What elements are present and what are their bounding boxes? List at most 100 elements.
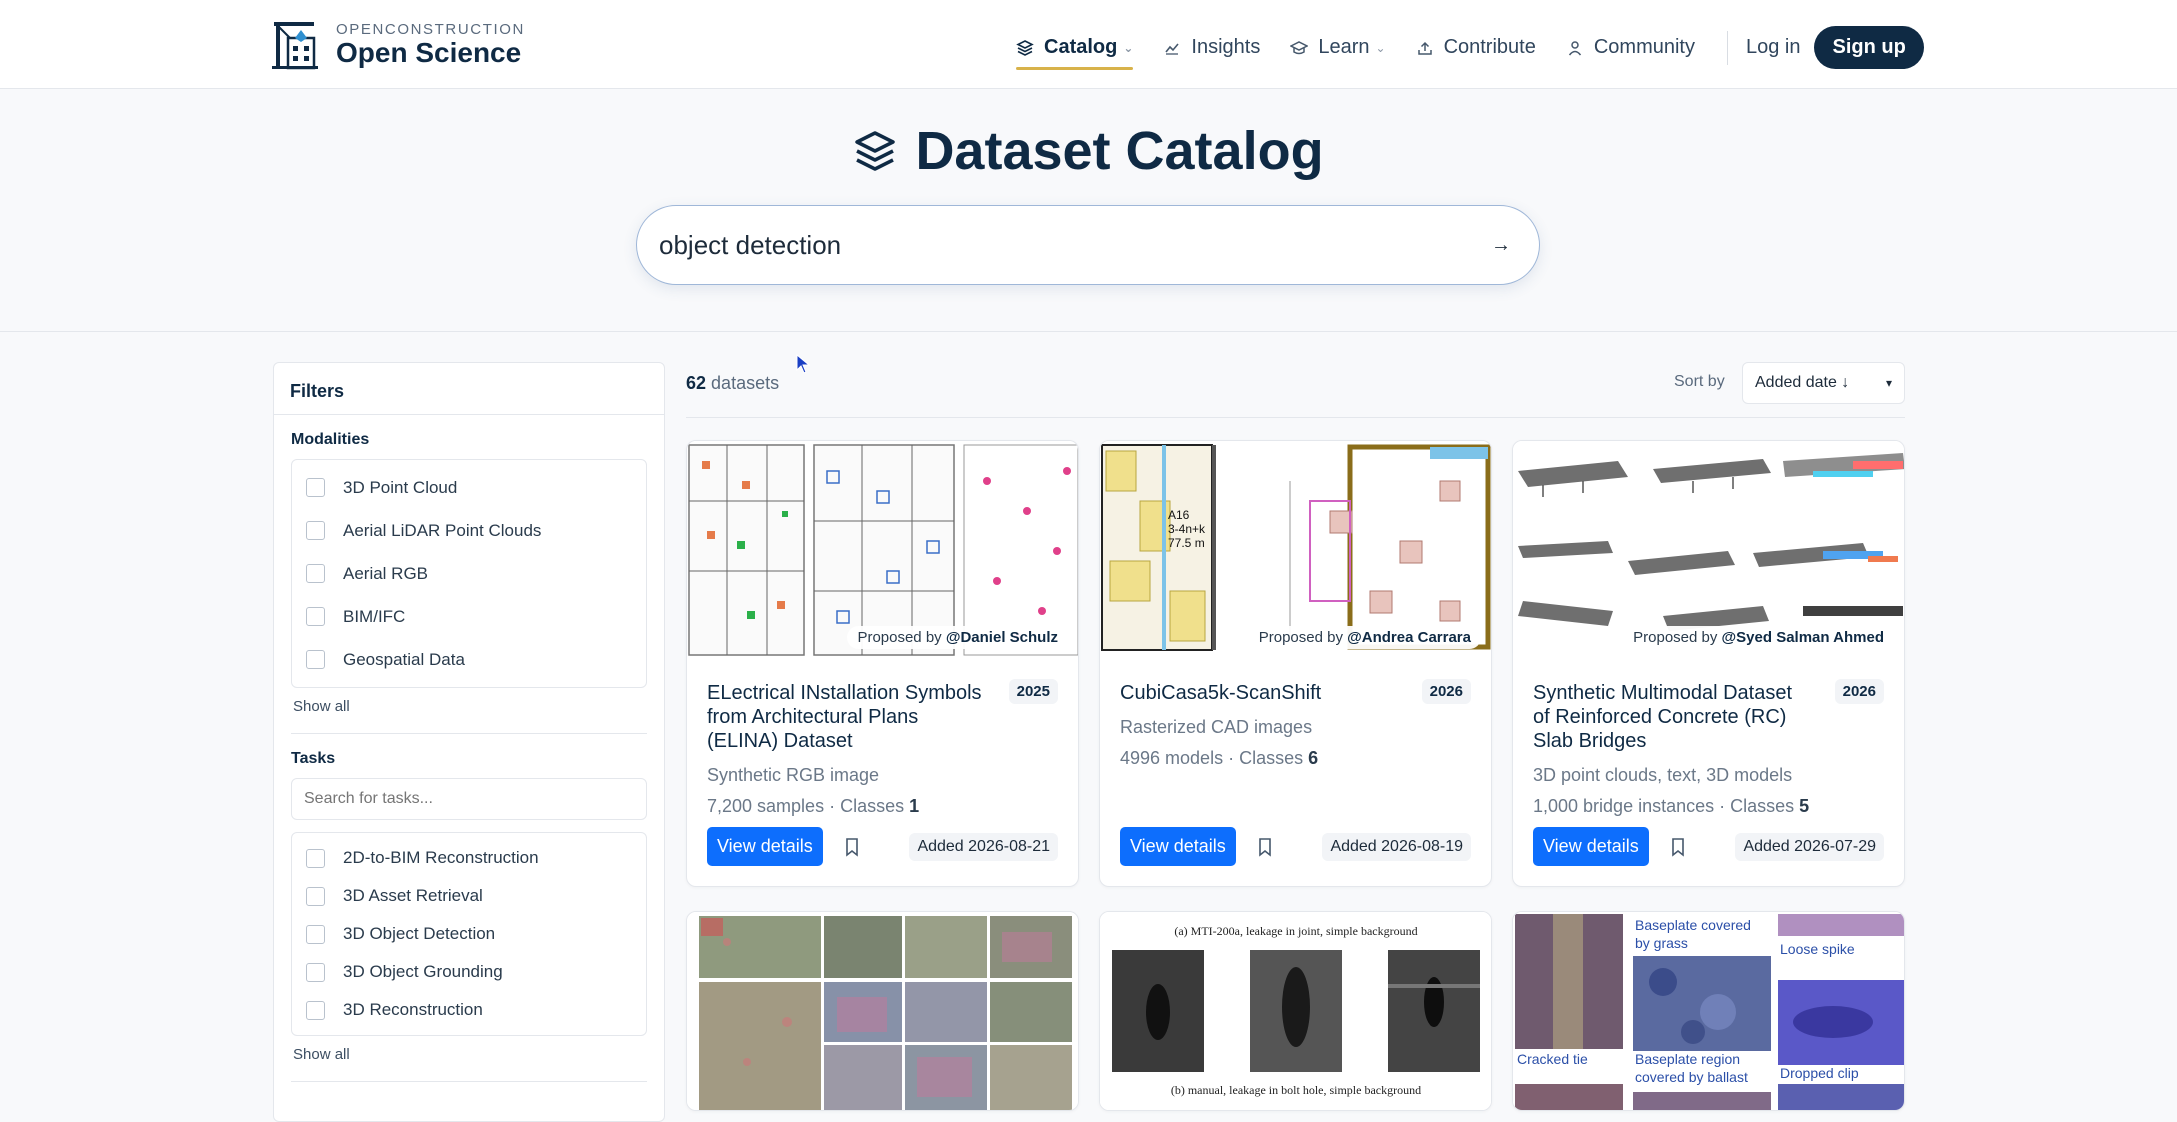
- option-label: Geospatial Data: [343, 649, 465, 669]
- result-count-label: datasets: [711, 373, 780, 393]
- proposer-link[interactable]: @Andrea Carrara: [1347, 629, 1471, 646]
- option-label: 3D Asset Retrieval: [343, 886, 483, 905]
- defect-label: Dropped clip: [1780, 1065, 1859, 1081]
- task-option[interactable]: 3D Object Detection: [306, 915, 632, 953]
- bookmark-icon[interactable]: [843, 837, 861, 857]
- dataset-card: (a) MTI-200a, leakage in joint, simple b…: [1099, 911, 1492, 1111]
- proposed-by-badge: Proposed by @Daniel Schulz: [847, 626, 1068, 649]
- view-details-button[interactable]: View details: [1533, 827, 1649, 866]
- filters-title: Filters: [274, 363, 664, 415]
- modalities-title: Modalities: [291, 431, 370, 448]
- added-date-badge: Added 2026-08-19: [1322, 832, 1471, 861]
- nav-insights-label: Insights: [1191, 36, 1261, 58]
- signup-button[interactable]: Sign up: [1814, 26, 1924, 69]
- floor-plan-image: [688, 444, 1078, 656]
- task-search-input[interactable]: [291, 778, 647, 820]
- modality-option[interactable]: Aerial RGB: [306, 552, 632, 595]
- modality-option[interactable]: 3D Point Cloud: [306, 466, 632, 509]
- task-option[interactable]: 2D-to-BIM Reconstruction: [306, 839, 632, 877]
- task-option[interactable]: 3D Asset Retrieval: [306, 877, 632, 915]
- sort-select[interactable]: Added date ↓ ▾: [1742, 362, 1905, 404]
- dataset-title[interactable]: Synthetic Multimodal Dataset of Reinforc…: [1533, 681, 1808, 753]
- thumbnail-label: A16: [1168, 508, 1190, 522]
- checkbox[interactable]: [306, 564, 325, 583]
- thumbnail-label: 3-4n+k: [1168, 522, 1206, 536]
- option-label: BIM/IFC: [343, 606, 406, 626]
- nav-community-label: Community: [1593, 36, 1695, 58]
- dataset-card: Proposed by @Syed Salman Ahmed Synthetic…: [1512, 440, 1905, 887]
- sort-label: Sort by: [1674, 373, 1725, 390]
- dataset-thumbnail[interactable]: Proposed by @Syed Salman Ahmed: [1513, 441, 1904, 657]
- defect-label: covered by ballast: [1635, 1069, 1748, 1085]
- brand-subtitle: OPENCONSTRUCTION: [336, 20, 525, 38]
- proposer-link[interactable]: @Syed Salman Ahmed: [1722, 629, 1884, 646]
- checkbox[interactable]: [306, 848, 325, 868]
- task-option[interactable]: 3D Object Grounding: [306, 953, 632, 991]
- result-count: 62 datasets: [686, 373, 779, 394]
- modalities-show-all[interactable]: Show all: [293, 698, 647, 715]
- added-date-badge: Added 2026-07-29: [1735, 832, 1884, 861]
- tasks-title: Tasks: [291, 750, 336, 767]
- classes-count: 1: [909, 796, 920, 816]
- nav-divider: [1726, 30, 1728, 65]
- nav-catalog[interactable]: Catalog ⌄: [1016, 30, 1134, 70]
- main-nav: Catalog ⌄ Insights Learn ⌄ Contribute Co…: [1016, 26, 1924, 70]
- dataset-modality: 3D point clouds, text, 3D models: [1533, 765, 1793, 785]
- proposed-label: Proposed by: [857, 629, 942, 646]
- dataset-thumbnail[interactable]: (a) MTI-200a, leakage in joint, simple b…: [1100, 912, 1491, 1110]
- floor-plan-image: A16 3-4n+k 77.5 m: [1100, 441, 1491, 657]
- graduation-cap-icon: [1290, 39, 1309, 57]
- task-option[interactable]: 3D Reconstruction: [306, 991, 632, 1029]
- checkbox[interactable]: [306, 924, 325, 944]
- tasks-show-all[interactable]: Show all: [293, 1046, 647, 1063]
- dataset-stats: 7,200 samples · Classes 1: [707, 796, 1058, 817]
- chevron-down-icon: ⌄: [1123, 40, 1134, 55]
- dataset-thumbnail[interactable]: A16 3-4n+k 77.5 m Proposed by @Andrea Ca…: [1100, 441, 1491, 657]
- checkbox[interactable]: [306, 1000, 325, 1020]
- nav-contribute[interactable]: Contribute: [1416, 30, 1536, 66]
- top-navbar: OPENCONSTRUCTION Open Science Catalog ⌄ …: [0, 0, 2177, 89]
- defect-label: Baseplate covered: [1635, 917, 1751, 933]
- proposed-by-badge: Proposed by @Andrea Carrara: [1248, 626, 1481, 649]
- modality-option[interactable]: Geospatial Data: [306, 638, 632, 681]
- nav-learn[interactable]: Learn ⌄: [1290, 30, 1386, 66]
- stats-text: 7,200 samples · Classes: [707, 796, 905, 816]
- dataset-title[interactable]: CubiCasa5k-ScanShift: [1120, 681, 1395, 705]
- arrow-right-icon[interactable]: →: [1485, 229, 1517, 261]
- dataset-stats: 4996 models · Classes 6: [1120, 748, 1471, 769]
- brand-name: Open Science: [336, 36, 522, 68]
- layers-icon: [855, 131, 896, 171]
- brand-logo[interactable]: OPENCONSTRUCTION Open Science: [270, 16, 525, 72]
- bookmark-icon[interactable]: [1256, 837, 1274, 857]
- dataset-thumbnail[interactable]: Proposed by @Daniel Schulz: [687, 441, 1078, 657]
- railway-defects-image: Baseplate covered by grass Loose spike C…: [1513, 912, 1904, 1110]
- checkbox[interactable]: [306, 886, 325, 906]
- dataset-thumbnail[interactable]: Baseplate covered by grass Loose spike C…: [1513, 912, 1904, 1110]
- proposed-label: Proposed by: [1258, 629, 1343, 646]
- nav-community[interactable]: Community: [1566, 30, 1695, 66]
- dataset-title[interactable]: ELectrical INstallation Symbols from Arc…: [707, 681, 982, 753]
- search-bar: →: [636, 205, 1540, 285]
- modality-option[interactable]: Aerial LiDAR Point Clouds: [306, 509, 632, 552]
- proposer-link[interactable]: @Daniel Schulz: [946, 629, 1058, 646]
- option-label: 2D-to-BIM Reconstruction: [343, 848, 539, 867]
- checkbox[interactable]: [306, 478, 325, 497]
- dataset-thumbnail[interactable]: [687, 912, 1078, 1110]
- dataset-card: A16 3-4n+k 77.5 m Proposed by @Andrea Ca…: [1099, 440, 1492, 887]
- stats-text: 1,000 bridge instances · Classes: [1533, 796, 1795, 816]
- chart-line-icon: [1163, 39, 1181, 57]
- view-details-button[interactable]: View details: [707, 827, 823, 866]
- checkbox[interactable]: [306, 521, 325, 540]
- checkbox[interactable]: [306, 962, 325, 982]
- checkbox[interactable]: [306, 607, 325, 626]
- figure-caption: (a) MTI-200a, leakage in joint, simple b…: [1174, 924, 1417, 938]
- checkbox[interactable]: [306, 650, 325, 669]
- bookmark-icon[interactable]: [1669, 837, 1687, 857]
- view-details-button[interactable]: View details: [1120, 827, 1236, 866]
- nav-insights[interactable]: Insights: [1163, 30, 1260, 66]
- search-input[interactable]: [659, 229, 1485, 261]
- option-label: 3D Object Grounding: [343, 962, 503, 981]
- modality-option[interactable]: BIM/IFC: [306, 595, 632, 638]
- dataset-modality: Rasterized CAD images: [1120, 717, 1313, 737]
- login-link[interactable]: Log in: [1746, 36, 1801, 59]
